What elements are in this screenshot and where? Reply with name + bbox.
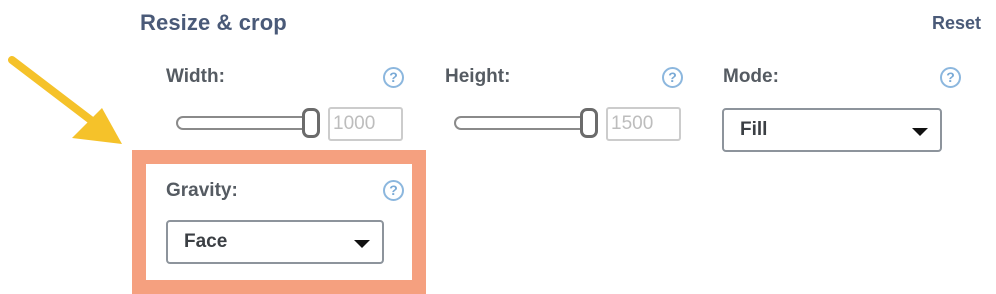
gravity-select[interactable]: Face [166,220,384,264]
mode-select-value: Fill [740,119,768,140]
width-slider[interactable] [176,107,322,141]
height-help-icon[interactable]: ? [662,67,683,88]
width-input[interactable]: 1000 [328,107,403,141]
section-title: Resize & crop [140,10,287,35]
annotation-arrow-icon [8,56,122,144]
height-slider-thumb[interactable] [580,108,598,138]
height-input[interactable]: 1500 [606,107,681,141]
width-slider-track[interactable] [176,116,316,130]
height-slider[interactable] [454,107,600,141]
gravity-select-value: Face [184,231,228,252]
height-slider-track[interactable] [454,116,594,130]
mode-help-icon[interactable]: ? [940,67,961,88]
mode-label: Mode: [723,66,779,87]
width-help-icon[interactable]: ? [383,67,404,88]
width-slider-thumb[interactable] [302,108,320,138]
mode-select[interactable]: Fill [722,108,942,152]
height-label: Height: [445,66,511,87]
caret-down-icon [912,128,928,136]
gravity-label: Gravity: [166,180,238,201]
width-label: Width: [166,66,225,87]
gravity-help-icon[interactable]: ? [383,180,404,201]
reset-link[interactable]: Reset [932,13,981,34]
caret-down-icon [354,240,370,248]
